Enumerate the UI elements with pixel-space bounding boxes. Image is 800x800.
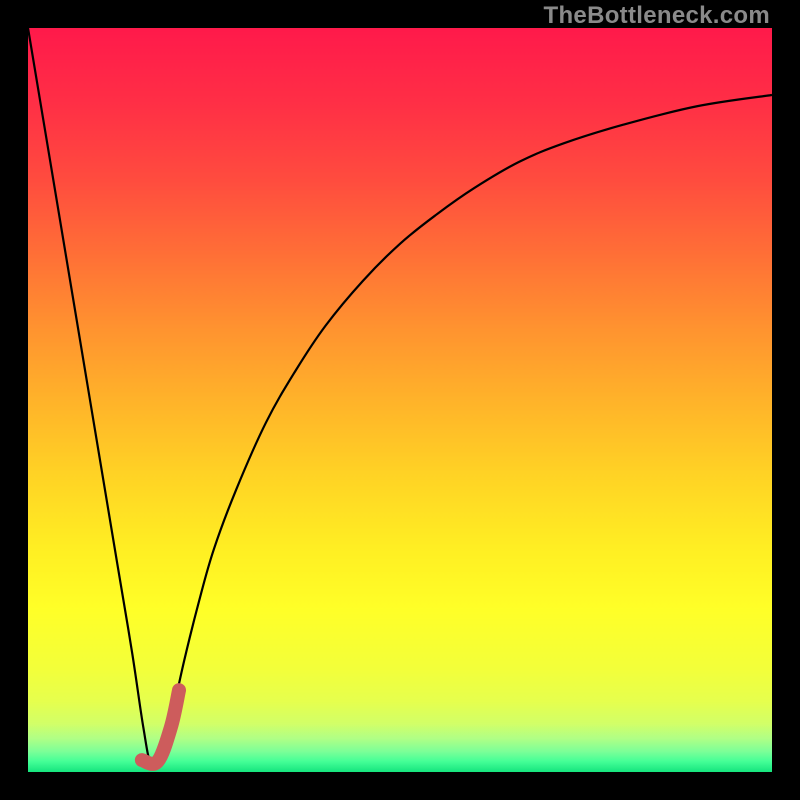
watermark-text: TheBottleneck.com (544, 2, 770, 30)
plot-area (28, 28, 772, 772)
bottleneck-curve (28, 28, 772, 767)
curve-layer (28, 28, 772, 772)
chart-frame: TheBottleneck.com (0, 0, 800, 800)
